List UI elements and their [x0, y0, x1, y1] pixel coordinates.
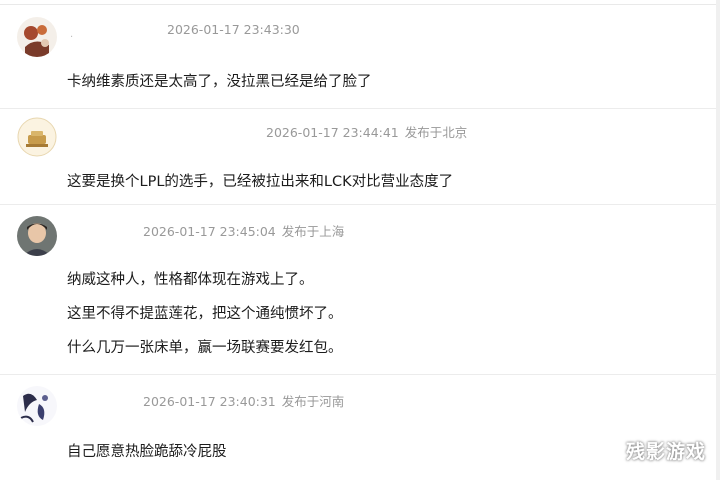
location-label: 发布于上海: [281, 224, 345, 239]
timestamp: 2026-01-17 23:45:04: [143, 224, 276, 239]
decorative-dot: ·: [70, 32, 74, 43]
location-label: 发布于河南: [281, 394, 345, 409]
avatar[interactable]: [17, 386, 57, 426]
timestamp: 2026-01-17 23:43:30: [167, 22, 300, 37]
location-label: 发布于北京: [404, 125, 468, 140]
comment-text: 纳威这种人，性格都体现在游戏上了。: [67, 272, 314, 288]
comment-meta: 2026-01-17 23:45:04 发布于上海: [143, 221, 344, 240]
scrollbar-track[interactable]: [716, 0, 720, 480]
top-divider: [0, 4, 720, 5]
comment-divider: [0, 374, 720, 375]
comment-text: 卡纳维素质还是太高了，没拉黑已经是给了脸了: [67, 74, 372, 90]
avatar[interactable]: [17, 17, 57, 57]
comment-meta: 2026-01-17 23:40:31 发布于河南: [143, 391, 344, 410]
timestamp: 2026-01-17 23:44:41: [266, 125, 399, 140]
avatar[interactable]: [17, 117, 57, 157]
comment-text: 自己愿意热脸跪舔冷屁股: [67, 444, 227, 460]
comment-divider: [0, 108, 720, 109]
comment-text: 什么几万一张床单，赢一场联赛要发红包。: [67, 340, 343, 356]
comment-text: 这要是换个LPL的选手，已经被拉出来和LCK对比营业态度了: [67, 174, 454, 190]
comment-text: 这里不得不提蓝莲花，把这个通纯惯坏了。: [67, 306, 343, 322]
comment-meta: 2026-01-17 23:43:30: [167, 22, 300, 37]
watermark: 残影游戏: [625, 441, 706, 463]
timestamp: 2026-01-17 23:40:31: [143, 394, 276, 409]
comment-meta: 2026-01-17 23:44:41 发布于北京: [266, 122, 467, 141]
avatar[interactable]: [17, 216, 57, 256]
comment-divider: [0, 204, 720, 205]
